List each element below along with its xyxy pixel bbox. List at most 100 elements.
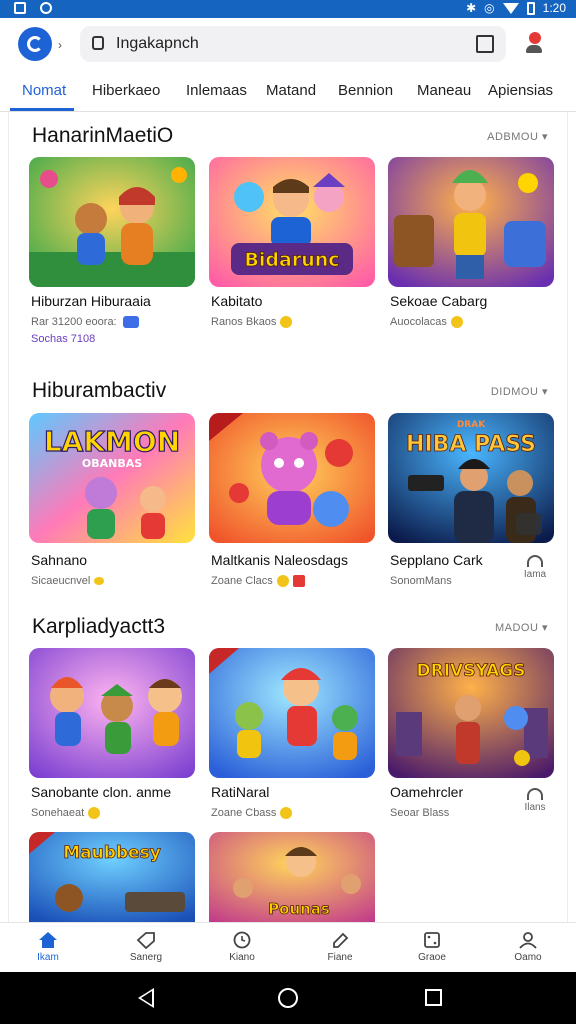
nav-feed[interactable]: Fiane xyxy=(310,931,370,963)
recent-apps-icon[interactable] xyxy=(425,989,442,1006)
home-icon xyxy=(38,931,58,949)
tab-popular[interactable]: Matand xyxy=(266,82,316,99)
game-thumbnail[interactable]: LAKMON OBANBAS xyxy=(29,413,195,543)
active-tab-indicator xyxy=(10,108,74,111)
section-more-link[interactable]: DIDMOU xyxy=(491,385,548,398)
lock-icon xyxy=(92,36,104,50)
nav-games[interactable]: Graoe xyxy=(402,931,462,963)
game-meta: Zoane Clacs xyxy=(211,575,305,588)
tab-new[interactable]: Inlemaas xyxy=(186,82,247,99)
game-meta: Sicaeucnvel xyxy=(31,575,105,587)
game-title[interactable]: Hiburzan Hiburaaia xyxy=(31,293,151,309)
game-title[interactable]: Oamehrcler xyxy=(390,784,463,800)
game-title[interactable]: Sepplano Cark xyxy=(390,552,483,568)
url-text[interactable]: Ingakapnch xyxy=(116,35,199,53)
section-title: Hiburambactiv xyxy=(32,379,167,402)
game-meta-text: Sonehaeat xyxy=(31,807,85,819)
game-feed[interactable]: HanarinMaetiO ADBMOU Hiburzan Hiburaaia … xyxy=(0,112,576,922)
nav-discover[interactable]: Kiano xyxy=(212,931,272,963)
nav-games-label: Graoe xyxy=(418,952,446,963)
coin-icon xyxy=(276,575,289,588)
game-title[interactable]: Kabitato xyxy=(211,293,262,309)
game-title[interactable]: Sahnano xyxy=(31,552,87,568)
game-thumbnail[interactable]: Bidarunc xyxy=(209,157,375,287)
game-thumbnail[interactable] xyxy=(29,157,195,287)
hot-badge-icon xyxy=(292,575,305,588)
notification-icon xyxy=(14,2,26,14)
game-meta-text: Auocolacas xyxy=(390,316,447,328)
section-title: Karpliadyactt3 xyxy=(32,615,166,638)
thumb-logo-text: HIBA PASS xyxy=(406,432,536,457)
tab-switcher-icon[interactable] xyxy=(476,35,494,53)
thumb-tag-text: DRAK xyxy=(457,420,486,430)
install-shortcut[interactable]: Ilans xyxy=(518,788,552,813)
game-meta-text: Zoane Clacs xyxy=(211,575,273,587)
status-bar: ✱ ◎ 1:20 xyxy=(0,0,576,18)
game-meta: Seoar Blass xyxy=(390,807,450,819)
thumb-subtitle-text: OBANBAS xyxy=(82,457,142,470)
game-title[interactable]: Maltkanis Naleosdags xyxy=(211,552,348,568)
game-thumbnail[interactable] xyxy=(388,157,554,287)
game-title[interactable]: Sanobante clon. anme xyxy=(31,784,171,800)
game-meta-secondary: Sochas 7108 xyxy=(31,333,96,345)
nav-profile-label: Oamo xyxy=(514,952,542,963)
coin-icon xyxy=(94,577,105,586)
app-logo[interactable] xyxy=(18,27,52,61)
nav-home[interactable]: Ikam xyxy=(18,931,78,963)
pen-icon xyxy=(330,931,350,949)
signal-icon xyxy=(502,2,519,14)
section-more-link[interactable]: ADBMOU xyxy=(487,130,548,143)
game-meta: Auocolacas xyxy=(390,316,463,329)
thumb-logo-text: DRIVSYAGS xyxy=(417,661,526,681)
tab-benefits[interactable]: Bennion xyxy=(338,82,393,99)
game-thumbnail[interactable]: Maubbesy xyxy=(29,832,195,922)
game-meta: Sonehaeat xyxy=(31,807,101,820)
app-notification-icon xyxy=(40,2,52,14)
section-more-link[interactable]: MADOU xyxy=(495,621,548,634)
game-thumbnail[interactable] xyxy=(209,648,375,778)
clock-icon xyxy=(232,931,252,949)
alarm-icon: ◎ xyxy=(484,1,495,15)
browser-toolbar: › Ingakapnch xyxy=(0,18,576,70)
nav-profile[interactable]: Oamo xyxy=(498,931,558,963)
tab-more-games[interactable]: Maneau xyxy=(417,82,471,99)
game-thumbnail[interactable] xyxy=(29,648,195,778)
address-bar[interactable]: Ingakapnch xyxy=(80,26,506,62)
game-title[interactable]: RatiNaral xyxy=(211,784,269,800)
game-thumbnail[interactable] xyxy=(209,413,375,543)
nav-feed-label: Fiane xyxy=(327,952,353,963)
game-meta: Ranos Bkaos xyxy=(211,316,293,329)
tab-home[interactable]: Nomat xyxy=(22,82,66,99)
chevron-right-icon[interactable]: › xyxy=(58,38,62,52)
download-icon xyxy=(527,788,543,800)
bottom-navigation: Ikam Sanerg Kiano Fiane Graoe Oamo xyxy=(0,922,576,972)
thumb-logo-text: Pounas xyxy=(268,900,330,918)
person-icon xyxy=(518,931,538,949)
game-meta: SonomMans xyxy=(390,575,452,587)
game-thumbnail[interactable]: Pounas xyxy=(209,832,375,922)
home-button-icon[interactable] xyxy=(278,988,298,1008)
tab-entertainment[interactable]: Hiberkaeo xyxy=(92,82,160,99)
battery-icon xyxy=(526,1,535,15)
coin-icon xyxy=(450,316,463,329)
back-icon[interactable] xyxy=(138,988,154,1008)
tab-apps[interactable]: Apiensias xyxy=(488,82,553,99)
thumb-logo-text: Maubbesy xyxy=(63,843,161,863)
thumb-logo-text: Bidarunc xyxy=(244,249,339,271)
game-thumbnail[interactable]: DRIVSYAGS xyxy=(388,648,554,778)
game-title[interactable]: Sekoae Cabarg xyxy=(390,293,487,309)
nav-discover-label: Kiano xyxy=(229,952,255,963)
game-meta-text: Rar 31200 eoora: xyxy=(31,316,117,328)
coin-icon xyxy=(88,807,101,820)
install-shortcut[interactable]: Iama xyxy=(518,555,552,580)
nav-search[interactable]: Sanerg xyxy=(116,931,176,963)
profile-icon[interactable] xyxy=(526,30,544,56)
system-navigation-bar xyxy=(0,972,576,1024)
game-meta: Rar 31200 eoora: xyxy=(31,316,139,329)
section-title: HanarinMaetiO xyxy=(32,124,174,147)
game-thumbnail[interactable]: DRAK HIBA PASS xyxy=(388,413,554,543)
logo-mark-icon xyxy=(27,36,43,52)
install-shortcut-label: Iama xyxy=(523,569,547,580)
game-meta-text: Ranos Bkaos xyxy=(211,316,277,328)
verified-icon xyxy=(122,316,139,329)
